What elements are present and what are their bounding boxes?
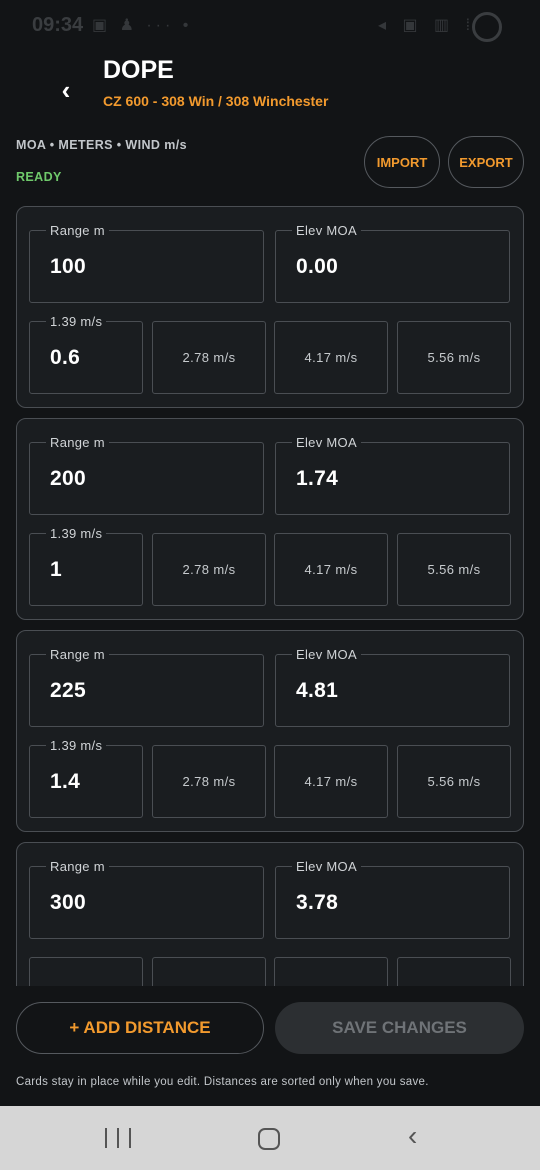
elevation-field[interactable]: Elev MOA 1.74	[275, 435, 510, 515]
range-value: 100	[50, 255, 86, 278]
wind-field-2[interactable]: 2.78 m/s	[152, 321, 266, 394]
export-button[interactable]: EXPORT	[448, 136, 524, 188]
wind-field-4[interactable]: 5.56 m/s	[397, 533, 511, 606]
nav-back-icon[interactable]: ‹	[408, 1121, 417, 1151]
elevation-field-label: Elev MOA	[292, 859, 361, 874]
elevation-field-label: Elev MOA	[292, 223, 361, 238]
elevation-field-label: Elev MOA	[292, 435, 361, 450]
wind-field-4-placeholder: 5.56 m/s	[427, 562, 481, 577]
range-field-label: Range m	[46, 647, 109, 662]
dope-card: Range m 100 Elev MOA 0.00 1.39 m/s 0.6 2…	[16, 206, 524, 408]
elevation-field[interactable]: Elev MOA 3.78	[275, 859, 510, 939]
wind-field-4[interactable]: 5.56 m/s	[397, 745, 511, 818]
units-summary: MOA • METERS • WIND m/s	[16, 138, 187, 152]
wind-field-3-placeholder: 4.17 m/s	[304, 562, 358, 577]
rifle-profile-subtitle: CZ 600 - 308 Win / 308 Winchester	[103, 93, 329, 109]
bottom-action-bar: + ADD DISTANCE SAVE CHANGES Cards stay i…	[0, 986, 540, 1106]
wind-field-3-placeholder: 4.17 m/s	[304, 774, 358, 789]
range-value: 300	[50, 891, 86, 914]
wind-field-3[interactable]: 4.17 m/s	[274, 321, 388, 394]
wind-field-1-label: 1.39 m/s	[46, 314, 107, 329]
save-changes-button[interactable]: SAVE CHANGES	[275, 1002, 524, 1054]
range-field[interactable]: Range m 100	[29, 223, 264, 303]
elevation-value: 4.81	[296, 679, 339, 702]
elevation-value: 1.74	[296, 467, 339, 490]
system-navigation-bar: ‹	[0, 1106, 540, 1170]
elevation-value: 3.78	[296, 891, 339, 914]
status-time: 09:34	[32, 14, 84, 36]
wind-field-2-placeholder: 2.78 m/s	[182, 774, 236, 789]
wind-field-1-label: 1.39 m/s	[46, 526, 107, 541]
notification-icons: ▣ ♟ ··· •	[92, 17, 193, 34]
wind-field-1-value: 1.4	[50, 770, 81, 793]
add-distance-button[interactable]: + ADD DISTANCE	[16, 1002, 264, 1054]
range-field-label: Range m	[46, 223, 109, 238]
home-icon[interactable]	[258, 1128, 280, 1150]
range-field[interactable]: Range m 200	[29, 435, 264, 515]
dope-card-list[interactable]: Range m 100 Elev MOA 0.00 1.39 m/s 0.6 2…	[0, 206, 540, 986]
wind-field-4-placeholder: 5.56 m/s	[427, 350, 481, 365]
range-field[interactable]: Range m 225	[29, 647, 264, 727]
status-bar: 09:34 ▣ ♟ ··· • ◂ ▣ ▥ ⁞	[0, 0, 540, 52]
elevation-field-label: Elev MOA	[292, 647, 361, 662]
elevation-field[interactable]: Elev MOA 0.00	[275, 223, 510, 303]
wind-field-1[interactable]: 1.39 m/s 0.6	[29, 314, 143, 394]
wind-field-2[interactable]: 2.78 m/s	[152, 533, 266, 606]
wind-field-4[interactable]: 5.56 m/s	[397, 321, 511, 394]
range-field-label: Range m	[46, 435, 109, 450]
elevation-field[interactable]: Elev MOA 4.81	[275, 647, 510, 727]
page-title: DOPE	[103, 56, 174, 84]
dope-card: Range m 225 Elev MOA 4.81 1.39 m/s 1.4 2…	[16, 630, 524, 832]
wind-field-1[interactable]: 1.39 m/s 1	[29, 526, 143, 606]
wind-field-1[interactable]: 1.39 m/s 1.4	[29, 738, 143, 818]
recents-icon[interactable]	[105, 1128, 131, 1148]
wind-field-3[interactable]	[274, 957, 388, 986]
dope-card: Range m 300 Elev MOA 3.78	[16, 842, 524, 986]
range-value: 200	[50, 467, 86, 490]
wind-field-2[interactable]	[152, 957, 266, 986]
status-label: READY	[16, 170, 62, 184]
battery-icon	[472, 12, 502, 42]
wind-field-4[interactable]	[397, 957, 511, 986]
range-field-label: Range m	[46, 859, 109, 874]
range-value: 225	[50, 679, 86, 702]
wind-field-4-placeholder: 5.56 m/s	[427, 774, 481, 789]
wind-field-1[interactable]	[29, 957, 143, 986]
wind-field-1-value: 1	[50, 558, 62, 581]
wind-field-2-placeholder: 2.78 m/s	[182, 350, 236, 365]
range-field[interactable]: Range m 300	[29, 859, 264, 939]
wind-field-3-placeholder: 4.17 m/s	[304, 350, 358, 365]
wind-field-2[interactable]: 2.78 m/s	[152, 745, 266, 818]
wind-field-3[interactable]: 4.17 m/s	[274, 745, 388, 818]
import-button[interactable]: IMPORT	[364, 136, 440, 188]
back-button[interactable]: ‹	[46, 72, 86, 108]
system-icons: ◂ ▣ ▥ ⁞	[378, 17, 477, 34]
wind-field-1-value: 0.6	[50, 346, 81, 369]
wind-field-2-placeholder: 2.78 m/s	[182, 562, 236, 577]
edit-hint-text: Cards stay in place while you edit. Dist…	[16, 1076, 429, 1088]
elevation-value: 0.00	[296, 255, 339, 278]
wind-field-1-label: 1.39 m/s	[46, 738, 107, 753]
dope-card: Range m 200 Elev MOA 1.74 1.39 m/s 1 2.7…	[16, 418, 524, 620]
wind-field-3[interactable]: 4.17 m/s	[274, 533, 388, 606]
